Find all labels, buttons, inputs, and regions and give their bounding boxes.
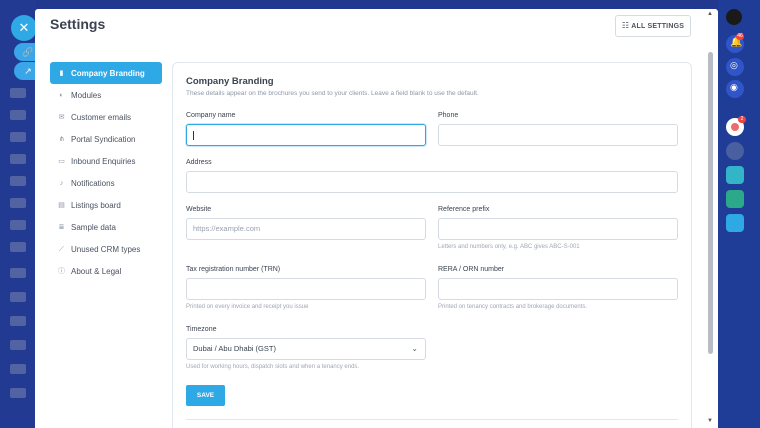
section-title: Company Branding xyxy=(186,76,274,87)
mail-icon: ✉ xyxy=(58,113,65,121)
database-icon: ≣ xyxy=(58,223,65,231)
rera-label: RERA / ORN number xyxy=(438,266,505,273)
rail-contact-button[interactable]: 2 xyxy=(726,116,746,136)
sidebar-item-modules[interactable]: ◐ Modules xyxy=(50,84,162,106)
section-divider xyxy=(186,419,678,420)
contact-badge: 2 xyxy=(738,116,746,123)
rail-calendar-button[interactable] xyxy=(726,190,744,208)
sidebar-item-label: Listings board xyxy=(71,200,121,210)
toggle-icon: ◐ xyxy=(59,91,64,99)
sidebar-item-customer-emails[interactable]: ✉ Customer emails xyxy=(50,106,162,128)
trn-hint: Printed on every invoice and receipt you… xyxy=(186,304,309,310)
sidebar-item-label: Notifications xyxy=(71,178,115,188)
trn-input[interactable] xyxy=(186,278,426,300)
external-link-icon: ↗ xyxy=(24,66,32,76)
share-icon: ⋔ xyxy=(58,135,65,143)
close-panel-button[interactable]: ✕ xyxy=(11,15,37,41)
bell-icon: ♪ xyxy=(59,179,64,187)
website-input[interactable]: https://example.com xyxy=(186,218,426,240)
all-settings-label: ALL SETTINGS xyxy=(631,23,685,30)
rail-bookmark-button[interactable] xyxy=(726,214,744,232)
chevron-down-icon: ⌄ xyxy=(411,344,418,353)
sidebar-item-portal-syndication[interactable]: ⋔ Portal Syndication xyxy=(50,128,162,150)
sidebar-item-unused-crm-types[interactable]: ⟋ Unused CRM types xyxy=(50,238,162,260)
close-icon: ✕ xyxy=(18,20,30,35)
rera-input[interactable] xyxy=(438,278,678,300)
user-avatar[interactable] xyxy=(726,9,742,25)
link-icon: 🔗 xyxy=(22,47,34,57)
scroll-up-arrow[interactable]: ▲ xyxy=(707,11,713,17)
sidebar-item-label: Company Branding xyxy=(71,68,145,78)
company-name-label: Company name xyxy=(186,112,236,119)
sidebar-item-inbound-enquiries[interactable]: ▭ Inbound Enquiries xyxy=(50,150,162,172)
notification-badge: 46 xyxy=(736,33,744,40)
rail-messages-button[interactable] xyxy=(726,166,744,184)
reference-prefix-hint: Letters and numbers only, e.g. ABC gives… xyxy=(438,244,580,250)
rail-profile-button[interactable] xyxy=(726,142,744,160)
section-subtitle: These details appear on the brochures yo… xyxy=(186,90,479,97)
sidebar-item-label: Inbound Enquiries xyxy=(71,156,136,166)
sidebar-item-label: Modules xyxy=(71,90,102,100)
sidebar-item-sample-data[interactable]: ≣ Sample data xyxy=(50,216,162,238)
sidebar-item-about-legal[interactable]: ⓘ About & Legal xyxy=(50,260,162,282)
all-settings-button[interactable]: ☷ ALL SETTINGS xyxy=(615,15,691,37)
settings-panel: Settings ☷ ALL SETTINGS ▮ Company Brandin… xyxy=(35,9,718,428)
timezone-value: Dubai / Abu Dhabi (GST) xyxy=(193,344,276,353)
broom-icon: ⟋ xyxy=(59,245,64,253)
reference-prefix-input[interactable] xyxy=(438,218,678,240)
record-icon xyxy=(731,123,739,131)
address-input[interactable] xyxy=(186,171,678,193)
panel-scrollbar-thumb[interactable] xyxy=(708,52,713,354)
notifications-button[interactable]: 🔔 46 xyxy=(726,33,744,53)
rail-chat-button[interactable]: ◉ xyxy=(726,80,744,98)
sidebar-item-label: Unused CRM types xyxy=(71,244,141,254)
timezone-label: Timezone xyxy=(186,326,217,333)
inbox-icon: ▭ xyxy=(58,157,65,165)
reference-prefix-label: Reference prefix xyxy=(438,206,490,213)
timezone-select[interactable]: Dubai / Abu Dhabi (GST) ⌄ xyxy=(186,338,426,360)
sidebar-item-label: Customer emails xyxy=(71,112,132,122)
sidebar-item-label: Portal Syndication xyxy=(71,134,136,144)
phone-label: Phone xyxy=(438,112,459,119)
company-name-input[interactable] xyxy=(186,124,426,146)
sidebar-item-notifications[interactable]: ♪ Notifications xyxy=(50,172,162,194)
building-icon: ▮ xyxy=(59,69,64,77)
chat-icon: ◉ xyxy=(730,82,738,92)
text-caret xyxy=(193,130,194,140)
sidebar-item-company-branding[interactable]: ▮ Company Branding xyxy=(50,62,162,84)
address-label: Address xyxy=(186,159,212,166)
scroll-down-arrow[interactable]: ▼ xyxy=(707,418,713,424)
phone-input[interactable] xyxy=(438,124,678,146)
rera-hint: Printed on tenancy contracts and brokera… xyxy=(438,304,588,310)
save-button[interactable]: SAVE xyxy=(186,385,225,406)
company-branding-card: Company Branding These details appear on… xyxy=(172,62,692,428)
website-placeholder: https://example.com xyxy=(193,224,261,233)
page-title: Settings xyxy=(50,16,106,32)
target-icon: ◎ xyxy=(730,60,738,70)
timezone-hint: Used for working hours, dispatch slots a… xyxy=(186,364,360,370)
sidebar-item-label: Sample data xyxy=(71,222,116,232)
settings-sidebar: ▮ Company Branding ◐ Modules ✉ Customer … xyxy=(50,62,162,282)
right-rail: 🔔 46 ◎ ◉ 2 xyxy=(718,0,760,428)
sidebar-item-label: About & Legal xyxy=(71,266,122,276)
grid-icon: ☷ xyxy=(621,21,630,30)
info-icon: ⓘ xyxy=(58,267,65,275)
sidebar-item-listings-board[interactable]: ▤ Listings board xyxy=(50,194,162,216)
board-icon: ▤ xyxy=(58,201,65,209)
trn-label: Tax registration number (TRN) xyxy=(186,266,281,273)
rail-tool-button[interactable]: ◎ xyxy=(726,58,744,76)
website-label: Website xyxy=(186,206,212,213)
